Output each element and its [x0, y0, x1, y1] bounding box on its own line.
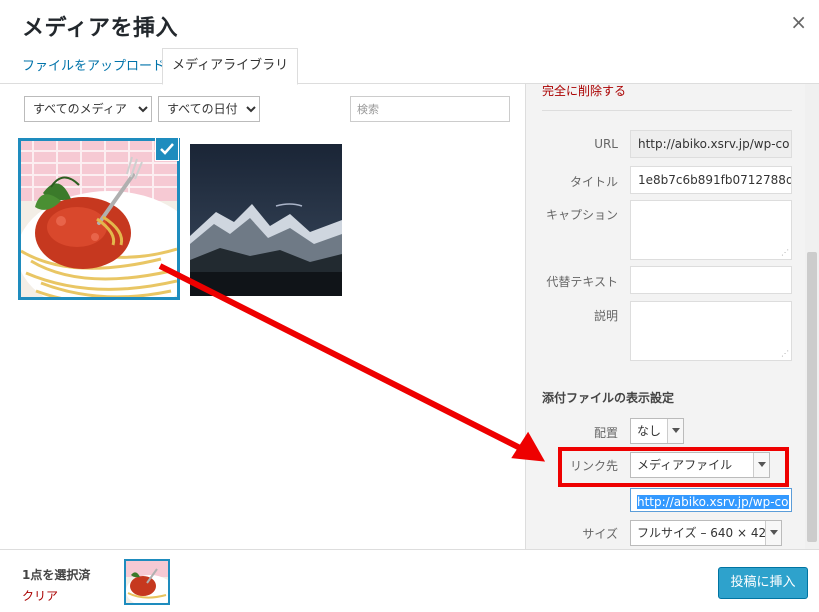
- url-label: URL: [594, 137, 618, 151]
- align-label: 配置: [593, 426, 618, 440]
- alt-text-field[interactable]: [630, 266, 792, 294]
- display-settings-heading: 添付ファイルの表示設定: [542, 391, 675, 405]
- tab-media-library[interactable]: メディアライブラリ: [162, 48, 299, 85]
- close-icon[interactable]: ×: [790, 10, 807, 34]
- selected-thumbnail[interactable]: [124, 559, 174, 607]
- tab-upload-files[interactable]: ファイルをアップロード: [13, 50, 174, 87]
- chevron-down-icon: [765, 521, 781, 545]
- url-field[interactable]: http://abiko.xsrv.jp/wp-co: [630, 130, 792, 158]
- title-label: タイトル: [569, 175, 618, 189]
- chevron-down-icon: [753, 453, 769, 477]
- tab-bar: ファイルをアップロード メディアライブラリ: [0, 46, 819, 87]
- resize-grip-icon[interactable]: ⋰: [781, 350, 789, 358]
- scrollbar[interactable]: [805, 84, 819, 549]
- search-input[interactable]: [350, 96, 510, 122]
- media-type-filter[interactable]: すべてのメディア: [24, 96, 152, 122]
- size-label: サイズ: [582, 527, 618, 541]
- date-filter[interactable]: すべての日付: [158, 96, 260, 122]
- clear-selection-link[interactable]: クリア: [22, 587, 58, 604]
- align-select[interactable]: なし: [630, 418, 684, 444]
- size-select[interactable]: フルサイズ – 640 × 427: [630, 520, 782, 546]
- link-to-label: リンク先: [569, 459, 618, 473]
- media-modal: メディアを挿入 × ファイルをアップロード メディアライブラリ すべてのメディア…: [0, 0, 819, 612]
- media-toolbar-footer: 1点を選択済 クリア 投稿に挿入: [0, 549, 819, 612]
- link-to-select[interactable]: メディアファイル: [630, 452, 770, 478]
- description-label: 説明: [593, 309, 618, 323]
- attachment-mountain[interactable]: [190, 144, 342, 296]
- chevron-down-icon: [667, 419, 683, 443]
- resize-grip-icon[interactable]: ⋰: [781, 249, 789, 257]
- title-field[interactable]: 1e8b7c6b891fb0712788d9: [630, 166, 792, 194]
- divider: [542, 110, 792, 111]
- link-url-field[interactable]: http://abiko.xsrv.jp/wp-co: [630, 488, 792, 512]
- mountain-night-image: [190, 144, 342, 296]
- attachment-details-sidebar: 完全に削除する URL http://abiko.xsrv.jp/wp-co タ…: [525, 84, 819, 549]
- insert-into-post-button[interactable]: 投稿に挿入: [718, 567, 808, 599]
- scrollbar-thumb[interactable]: [807, 252, 817, 542]
- alt-text-label: 代替テキスト: [546, 275, 618, 289]
- caption-field[interactable]: ⋰: [630, 200, 792, 260]
- delete-permanently-link[interactable]: 完全に削除する: [542, 84, 626, 99]
- caption-label: キャプション: [545, 208, 618, 222]
- modal-title: メディアを挿入: [22, 16, 178, 41]
- spaghetti-thumbnail-image: [126, 561, 174, 607]
- attachment-spaghetti[interactable]: [18, 137, 180, 300]
- checkmark-icon[interactable]: [155, 137, 179, 161]
- description-field[interactable]: ⋰: [630, 301, 792, 361]
- selection-count: 1点を選択済: [22, 568, 91, 582]
- spaghetti-image: [21, 141, 177, 297]
